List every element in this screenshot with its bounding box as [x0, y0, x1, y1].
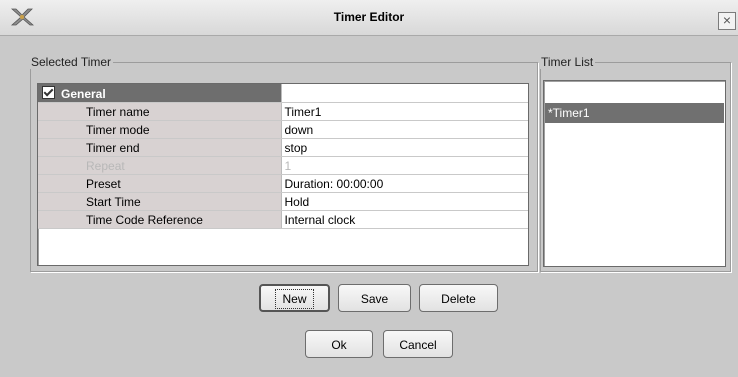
property-value: 1: [281, 156, 528, 175]
property-value[interactable]: Duration: 00:00:00: [281, 174, 528, 193]
property-row-timer-end[interactable]: Timer end stop: [38, 138, 528, 157]
section-title: General: [61, 86, 106, 101]
ok-button[interactable]: Ok: [305, 330, 373, 358]
property-row-repeat: Repeat 1: [38, 156, 528, 175]
property-value[interactable]: Timer1: [281, 102, 528, 121]
save-button[interactable]: Save: [338, 284, 411, 312]
timer-list-item[interactable]: *Timer1: [545, 103, 724, 123]
property-label: Start Time: [38, 192, 282, 211]
section-header-general[interactable]: General: [38, 84, 528, 103]
delete-button[interactable]: Delete: [419, 284, 498, 312]
property-row-start-time[interactable]: Start Time Hold: [38, 192, 528, 211]
selected-timer-legend: Selected Timer: [31, 55, 112, 69]
property-value[interactable]: Hold: [281, 192, 528, 211]
property-row-preset[interactable]: Preset Duration: 00:00:00: [38, 174, 528, 193]
property-grid[interactable]: General Timer name Timer1 Timer mode dow…: [37, 83, 529, 266]
property-value[interactable]: down: [281, 120, 528, 139]
new-button-label: New: [275, 289, 314, 309]
property-label: Timer name: [38, 102, 282, 121]
property-label: Time Code Reference: [38, 210, 282, 229]
property-row-time-code-reference[interactable]: Time Code Reference Internal clock: [38, 210, 528, 229]
property-row-timer-name[interactable]: Timer name Timer1: [38, 102, 528, 121]
property-label: Timer end: [38, 138, 282, 157]
window-title: Timer Editor: [333, 10, 405, 24]
cancel-button[interactable]: Cancel: [383, 330, 453, 358]
new-button[interactable]: New: [259, 284, 330, 312]
property-row-timer-mode[interactable]: Timer mode down: [38, 120, 528, 139]
timer-list-legend: Timer List: [541, 55, 594, 69]
title-bar: Timer Editor ×: [0, 0, 738, 36]
collapse-checkbox-icon[interactable]: [42, 85, 55, 99]
property-label: Timer mode: [38, 120, 282, 139]
property-value[interactable]: Internal clock: [281, 210, 528, 229]
close-button[interactable]: ×: [718, 12, 736, 30]
property-label: Repeat: [38, 156, 282, 175]
property-label: Preset: [38, 174, 282, 193]
property-value[interactable]: stop: [281, 138, 528, 157]
timer-list[interactable]: *Timer1: [543, 80, 726, 267]
